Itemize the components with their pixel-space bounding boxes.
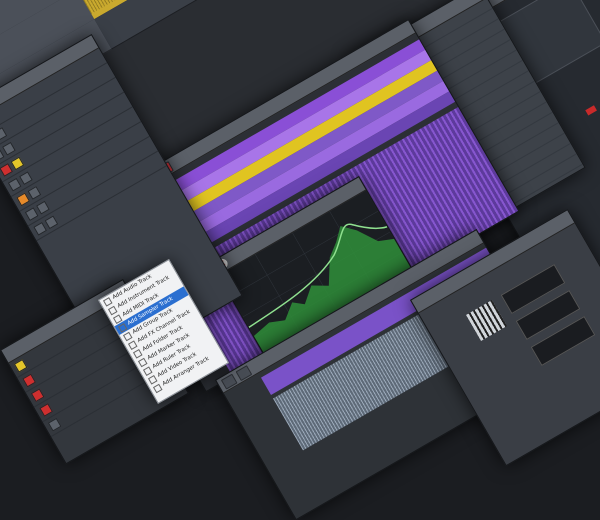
solo-icon[interactable] <box>44 215 59 230</box>
monitor-icon[interactable] <box>10 156 25 171</box>
mute-icon[interactable] <box>7 177 22 192</box>
toolbar-button[interactable] <box>235 364 253 381</box>
solo-icon[interactable] <box>36 200 50 215</box>
mute-button[interactable] <box>585 105 597 116</box>
solo-icon[interactable] <box>2 141 16 156</box>
record-icon[interactable] <box>0 163 13 177</box>
folder-icon <box>13 358 28 373</box>
solo-icon[interactable] <box>27 186 42 200</box>
mute-icon[interactable] <box>33 222 47 236</box>
solo-icon[interactable] <box>0 127 8 141</box>
track-type-icon <box>152 383 163 393</box>
solo-icon[interactable] <box>19 171 33 186</box>
record-icon[interactable] <box>39 403 53 417</box>
mute-icon[interactable] <box>24 207 39 221</box>
mute-icon[interactable] <box>47 417 62 432</box>
record-icon[interactable] <box>22 373 36 388</box>
toolbar-button[interactable] <box>220 373 238 390</box>
pad-grid[interactable] <box>466 300 507 341</box>
record-icon[interactable] <box>30 388 45 403</box>
color-icon[interactable] <box>16 192 30 207</box>
